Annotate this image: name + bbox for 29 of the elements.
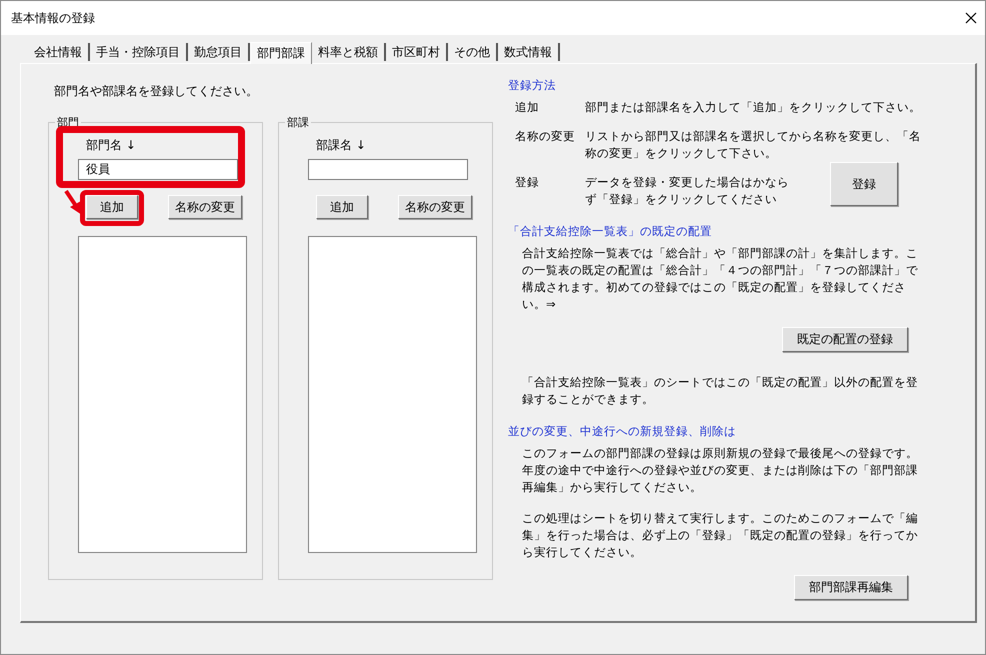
term-label: 登録 bbox=[515, 174, 540, 191]
term-label: 追加 bbox=[515, 99, 540, 116]
help-paragraph: この処理はシートを切り替えて実行します。このためこのフォームで「編集」を行った場合は、必ず上の「登録」「既定の配置の登録」を行ってから実行してください。 bbox=[522, 510, 919, 561]
rename-button[interactable]: 名称の変更 bbox=[398, 195, 472, 219]
section-heading: 並びの変更、中途行への新規登録、削除は bbox=[508, 424, 736, 439]
field-label: 部門名 ↓ bbox=[86, 137, 136, 154]
term-description: 部門または部課名を入力して「追加」をクリックして下さい。 bbox=[585, 99, 922, 116]
help-paragraph: 合計支給控除一覧表では「総合計」や「部門部課の計」を集計します。この一覧表の既定の配置は「総合計」「４つの部門計」「７つの部課計」で構成されます。初めての登録ではこの「既定の配置」を登録してください。⇒ bbox=[522, 245, 919, 313]
name-field[interactable]: 役員 bbox=[78, 159, 238, 180]
help-paragraph: 「合計支給控除一覧表」のシートではこの「既定の配置」以外の配置を登録することができます。 bbox=[522, 374, 919, 408]
help-paragraph: このフォームの部門部課の登録は原則新規の登録で最後尾への登録です。年度の途中で中途行への登録や並びの変更、または削除は下の「部門部課再編集」から実行してください。 bbox=[522, 445, 919, 496]
action-button[interactable]: 既定の配置の登録 bbox=[782, 327, 908, 352]
window-title: 基本情報の登録 bbox=[11, 10, 95, 26]
term-description: リストから部門又は部課名を選択してから名称を変更し、「名称の変更」をクリックして下さい。 bbox=[585, 128, 922, 162]
instruction-text: 部門名や部課名を登録してください。 bbox=[54, 83, 258, 100]
group-title: 部課 bbox=[285, 115, 311, 130]
tab[interactable]: 部門部課 bbox=[250, 42, 312, 64]
add-button[interactable]: 追加 bbox=[86, 195, 138, 219]
section-heading: 登録方法 bbox=[508, 78, 556, 93]
name-field[interactable] bbox=[308, 159, 468, 180]
action-button[interactable]: 部門部課再編集 bbox=[794, 575, 908, 600]
term-label: 名称の変更 bbox=[515, 128, 576, 145]
close-icon[interactable] bbox=[965, 12, 977, 24]
rename-button[interactable]: 名称の変更 bbox=[168, 195, 242, 219]
term-description: データを登録・変更した場合はかならず「登録」をクリックしてください bbox=[585, 174, 790, 208]
register-button[interactable]: 登録 bbox=[830, 162, 898, 206]
field-label: 部課名 ↓ bbox=[316, 137, 366, 154]
add-button[interactable]: 追加 bbox=[316, 195, 368, 219]
section-heading: 「合計支給控除一覧表」の既定の配置 bbox=[508, 224, 712, 239]
